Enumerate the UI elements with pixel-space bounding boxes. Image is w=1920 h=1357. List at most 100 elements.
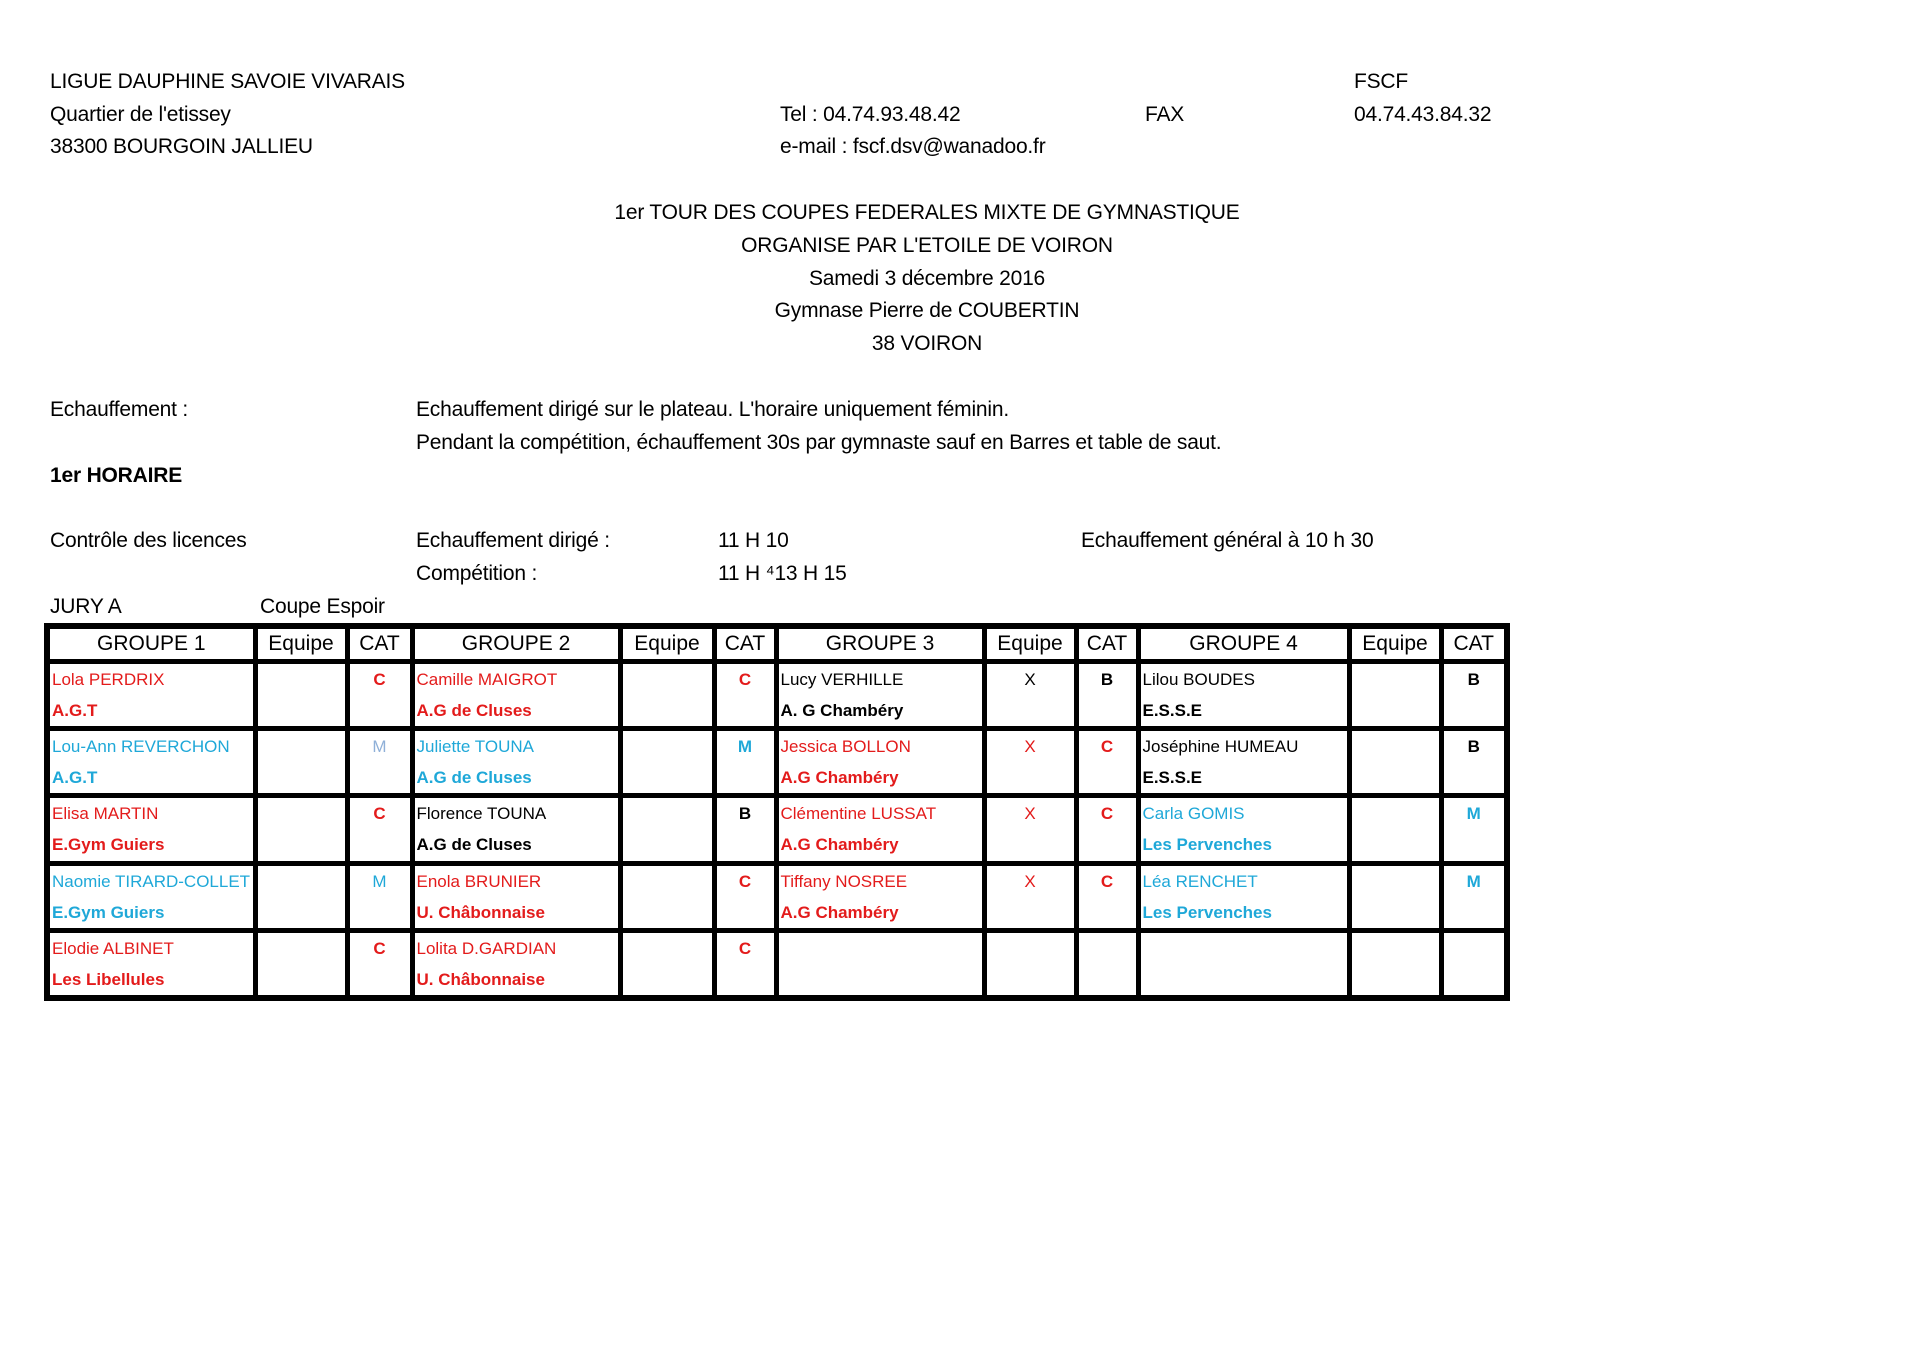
gymnast-name: Clémentine LUSSAT (780, 804, 937, 824)
table-row: Naomie TIRARD-COLLET E.Gym Guiers M Enola B… (44, 860, 1510, 933)
club-name: A.G de Cluses (416, 835, 532, 855)
gymnast-cell: Enola BRUNIER U. Châbonnaise (409, 860, 623, 933)
category-cell: C (1073, 726, 1141, 799)
club-name: U. Châbonnaise (416, 969, 545, 989)
gymnast-name: Elisa MARTIN (52, 804, 159, 824)
category-cell: M (344, 726, 415, 799)
gymnast-name: Elodie ALBINET (52, 938, 174, 958)
telephone: Tel : 04.74.93.48.42 (780, 103, 961, 126)
gymnast-cell: Juliette TOUNA A.G de Cluses (409, 726, 623, 799)
gymnast-name: Lucy VERHILLE (780, 670, 904, 689)
column-header: CAT (1073, 623, 1141, 664)
gymnast-cell: Lola PERDRIX A.G.T (44, 658, 258, 732)
team-cell: X (981, 860, 1079, 933)
general-warmup: Echauffement général à 10 h 30 (1081, 529, 1374, 552)
team-cell (252, 927, 350, 1001)
competition-time: 11 H ⁴13 H 15 (718, 562, 847, 585)
gymnast-cell: Lou-Ann REVERCHON A.G.T (44, 726, 258, 799)
warmup-text1: Echauffement dirigé sur le plateau. L'ho… (416, 398, 1009, 421)
category-cell: C (1073, 860, 1141, 933)
column-header: CAT (711, 623, 779, 664)
gymnast-name: Florence TOUNA (416, 804, 547, 824)
gymnast-name: Léa RENCHET (1142, 871, 1258, 891)
gymnast-cell: Clémentine LUSSAT A.G Chambéry (773, 793, 987, 866)
gymnast-name: Lou-Ann REVERCHON (52, 737, 230, 757)
club-name: A.G.T (52, 768, 98, 788)
table-body: Lola PERDRIX A.G.T C Camille MAIGROT A.G de … (44, 658, 1510, 1001)
gymnast-cell: Elodie ALBINET Les Libellules (44, 927, 258, 1001)
groups-table: GROUPE 1 Equipe CAT GROUPE 2 Equipe CAT GROUPE… (44, 623, 1510, 1001)
club-name: A.G Chambéry (780, 835, 899, 855)
gymnast-name: Jessica BOLLON (780, 737, 911, 757)
category-cell: C (344, 927, 415, 1001)
team-cell (1346, 927, 1444, 1001)
gymnast-cell (773, 927, 987, 1001)
warmup-label: Echauffement : (50, 398, 189, 421)
club-name: Les Pervenches (1142, 902, 1272, 922)
column-header: CAT (344, 623, 415, 664)
fax-number: 04.74.43.84.32 (1354, 103, 1492, 126)
gymnast-cell (1135, 927, 1352, 1001)
column-header: GROUPE 1 (44, 623, 258, 664)
club-name: Les Libellules (52, 969, 165, 989)
team-cell (617, 860, 717, 933)
category-cell: C (344, 793, 415, 866)
title-line1: 1er TOUR DES COUPES FEDERALES MIXTE DE G… (614, 201, 1240, 224)
fscf-label: FSCF (1354, 70, 1409, 93)
email: e-mail : fscf.dsv@wanadoo.fr (780, 135, 1046, 158)
guided-warmup-time: 11 H 10 (718, 529, 789, 552)
club-name: E.S.S.E (1142, 701, 1203, 720)
gymnast-name: Joséphine HUMEAU (1142, 737, 1299, 757)
team-cell (252, 860, 350, 933)
team-cell (617, 726, 717, 799)
gymnast-name: Tiffany NOSREE (780, 871, 908, 891)
club-name: E.Gym Guiers (52, 835, 165, 855)
club-name: A.G Chambéry (780, 902, 899, 922)
category-cell: C (711, 860, 779, 933)
licence-check: Contrôle des licences (50, 529, 247, 552)
table-row: Elisa MARTIN E.Gym Guiers C Florence TOUNA A… (44, 793, 1510, 866)
gymnast-cell: Lucy VERHILLE A. G Chambéry (773, 658, 987, 732)
club-name: A.G.T (52, 701, 98, 720)
gymnast-cell: Joséphine HUMEAU E.S.S.E (1135, 726, 1352, 799)
team-cell: X (981, 793, 1079, 866)
column-header: GROUPE 2 (409, 623, 623, 664)
gymnast-name: Carla GOMIS (1142, 804, 1245, 824)
schedule-heading: 1er HORAIRE (50, 464, 183, 487)
club-name: E.S.S.E (1142, 768, 1203, 788)
category-cell: M (711, 726, 779, 799)
column-header: CAT (1438, 623, 1510, 664)
column-header: Equipe (252, 623, 350, 664)
team-cell (617, 793, 717, 866)
club-name: A.G de Cluses (416, 701, 532, 720)
category-cell (1438, 927, 1510, 1001)
column-header: Equipe (981, 623, 1079, 664)
jury-label: JURY A (50, 595, 122, 618)
team-cell: X (981, 726, 1079, 799)
category-cell: M (1438, 860, 1510, 933)
category-cell: M (1438, 793, 1510, 866)
gymnast-cell: Florence TOUNA A.G de Cluses (409, 793, 623, 866)
team-cell (252, 793, 350, 866)
table-row: Lola PERDRIX A.G.T C Camille MAIGROT A.G de … (44, 658, 1510, 732)
club-name: U. Châbonnaise (416, 902, 545, 922)
cup-label: Coupe Espoir (260, 595, 385, 618)
title-line2: ORGANISE PAR L'ETOILE DE VOIRON (741, 234, 1113, 257)
address-line1: Quartier de l'etissey (50, 103, 231, 126)
gymnast-name: Juliette TOUNA (416, 737, 534, 757)
category-cell: C (711, 658, 779, 732)
team-cell (1346, 793, 1444, 866)
table-header-row: GROUPE 1 Equipe CAT GROUPE 2 Equipe CAT GROUPE… (44, 623, 1510, 664)
column-header: GROUPE 4 (1135, 623, 1352, 664)
club-name: A. G Chambéry (780, 701, 904, 720)
gymnast-cell: Lilou BOUDES E.S.S.E (1135, 658, 1352, 732)
team-cell (1346, 860, 1444, 933)
category-cell: M (344, 860, 415, 933)
table-row: Lou-Ann REVERCHON A.G.T M Juliette TOUNA A.G… (44, 726, 1510, 799)
column-header: GROUPE 3 (773, 623, 987, 664)
gymnast-cell: Naomie TIRARD-COLLET E.Gym Guiers (44, 860, 258, 933)
guided-warmup-label: Echauffement dirigé : (416, 529, 610, 552)
club-name: A.G de Cluses (416, 768, 532, 788)
gymnast-cell: Carla GOMIS Les Pervenches (1135, 793, 1352, 866)
table-row: Elodie ALBINET Les Libellules C Lolita D.GA… (44, 927, 1510, 1001)
